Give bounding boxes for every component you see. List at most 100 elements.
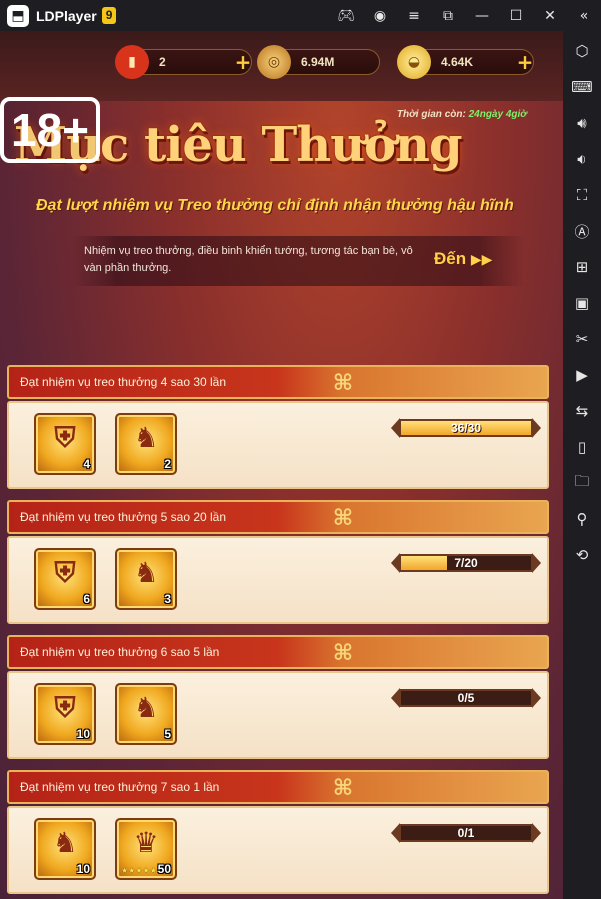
reward-count: 2 xyxy=(164,457,171,471)
task-card: Đạt nhiệm vụ treo thưởng 4 sao 30 lần ⌘ … xyxy=(7,365,549,489)
version-badge: 9 xyxy=(101,7,117,24)
go-label: Đến xyxy=(434,249,467,268)
progress-text: 36/30 xyxy=(450,421,482,435)
go-button[interactable]: Đến ▶▶ xyxy=(434,249,492,269)
reward-count: 3 xyxy=(164,592,171,606)
lion-statue-reward-icon: ♞ xyxy=(133,691,159,724)
reward-item[interactable]: ♞ 10 xyxy=(34,818,96,880)
reward-count: 10 xyxy=(76,862,90,876)
task-label: Đạt nhiệm vụ treo thưởng 6 sao 5 lần xyxy=(20,645,220,659)
lion-statue-reward-icon: ♞ xyxy=(133,421,159,454)
task-body: ♞ 10 ♛ ★★★★★ 50 0/1 xyxy=(7,806,549,894)
progress-bar: 0/1 xyxy=(391,822,541,844)
ingot-count: 4.64K xyxy=(441,55,474,69)
task-label: Đạt nhiệm vụ treo thưởng 5 sao 20 lần xyxy=(20,510,227,524)
gold-ingot-icon: ◒ xyxy=(397,45,431,79)
folder-icon[interactable]: 🗀 xyxy=(563,465,601,501)
timer-value: 24ngày 4giờ xyxy=(468,109,527,120)
reward-item[interactable]: ♛ ★★★★★ 50 xyxy=(115,818,177,880)
task-header: Đạt nhiệm vụ treo thưởng 7 sao 1 lần ⌘ xyxy=(7,770,549,804)
app-name: LDPlayer xyxy=(36,7,97,24)
reward-count: 10 xyxy=(76,727,90,741)
keyboard-icon[interactable]: ⌨ xyxy=(563,69,601,105)
volume-down-icon[interactable]: 🔉︎ xyxy=(563,141,601,177)
reward-item[interactable]: ♞ 2 xyxy=(115,413,177,475)
coin-icon: ◎ xyxy=(257,45,291,79)
progress-bar: 36/30 xyxy=(391,417,541,439)
fullscreen-icon[interactable]: ⛶ xyxy=(563,177,601,213)
knot-ornament-icon: ⌘ xyxy=(332,506,354,531)
record-icon[interactable]: ▶ xyxy=(563,357,601,393)
maximize-icon[interactable]: ☐ xyxy=(499,0,533,31)
event-subtitle: Đạt lượt nhiệm vụ Treo thưởng chỉ định n… xyxy=(36,197,514,214)
task-body: ⛨ 10 ♞ 5 0/5 xyxy=(7,671,549,759)
minimize-icon[interactable]: — xyxy=(465,0,499,31)
task-header: Đạt nhiệm vụ treo thưởng 4 sao 30 lần ⌘ xyxy=(7,365,549,399)
rotate-icon[interactable]: ⟲ xyxy=(563,537,601,573)
settings-icon[interactable]: ⬡ xyxy=(563,33,601,69)
emulator-window: ⬒ LDPlayer 9 🎮︎ ◉ ≡ ⧉ — ☐ ✕ « ⬡ ⌨ 🔊︎ 🔉︎ … xyxy=(0,0,601,899)
add-ticket-button[interactable]: + xyxy=(233,52,253,72)
progress-bar: 7/20 xyxy=(391,552,541,574)
progress-bar: 0/5 xyxy=(391,687,541,709)
collapse-sidebar-icon[interactable]: « xyxy=(567,0,601,31)
reward-item[interactable]: ⛨ 10 xyxy=(34,683,96,745)
event-description: Nhiệm vụ treo thưởng, điều binh khiển tư… xyxy=(84,245,413,274)
hero-helmet-reward-icon: ♛ xyxy=(133,826,159,859)
reward-count: 50 xyxy=(157,862,171,876)
emulator-sidebar: ⬡ ⌨ 🔊︎ 🔉︎ ⛶ Ⓐ ⊞ ▣ ✂ ▶ ⇆ ▯ 🗀 ⚲ ⟲ xyxy=(563,31,601,899)
reward-item[interactable]: ♞ 5 xyxy=(115,683,177,745)
lion-statue-reward-icon: ♞ xyxy=(133,556,159,589)
multi-instance-icon[interactable]: ⊞ xyxy=(563,249,601,285)
shield-reward-icon: ⛨ xyxy=(54,691,76,724)
progress-text: 0/5 xyxy=(457,691,475,705)
task-card: Đạt nhiệm vụ treo thưởng 6 sao 5 lần ⌘ ⛨… xyxy=(7,635,549,759)
location-icon[interactable]: ⚲ xyxy=(563,501,601,537)
task-card: Đạt nhiệm vụ treo thưởng 7 sao 1 lần ⌘ ♞… xyxy=(7,770,549,894)
lion-statue-reward-icon: ♞ xyxy=(52,826,78,859)
knot-ornament-icon: ⌘ xyxy=(332,776,354,801)
task-header: Đạt nhiệm vụ treo thưởng 5 sao 20 lần ⌘ xyxy=(7,500,549,534)
close-icon[interactable]: ✕ xyxy=(533,0,567,31)
shield-reward-icon: ⛨ xyxy=(54,556,76,589)
shake-icon[interactable]: ▯ xyxy=(563,429,601,465)
double-arrow-icon: ▶▶ xyxy=(470,252,493,268)
auto-click-icon[interactable]: Ⓐ xyxy=(563,213,601,249)
volume-up-icon[interactable]: 🔊︎ xyxy=(563,105,601,141)
gamepad-icon[interactable]: 🎮︎ xyxy=(329,0,363,31)
reward-item[interactable]: ♞ 3 xyxy=(115,548,177,610)
game-screen: ▮ 2 + ◎ 6.94M ◒ 4.64K + Thời gian còn: 2… xyxy=(0,31,563,899)
ldplayer-logo-icon: ⬒ xyxy=(7,4,29,27)
task-card: Đạt nhiệm vụ treo thưởng 5 sao 20 lần ⌘ … xyxy=(7,500,549,624)
ingot-resource: ◒ 4.64K + xyxy=(397,45,535,79)
reward-count: 6 xyxy=(83,592,90,606)
task-body: ⛨ 6 ♞ 3 7/20 xyxy=(7,536,549,624)
ticket-count: 2 xyxy=(159,55,166,69)
sync-icon[interactable]: ⇆ xyxy=(563,393,601,429)
ticket-icon: ▮ xyxy=(115,45,149,79)
title-bar: ⬒ LDPlayer 9 🎮︎ ◉ ≡ ⧉ — ☐ ✕ « xyxy=(0,0,601,31)
ticket-resource: ▮ 2 + xyxy=(115,45,253,79)
account-icon[interactable]: ◉ xyxy=(363,0,397,31)
coin-resource: ◎ 6.94M xyxy=(257,45,380,79)
reward-item[interactable]: ⛨ 6 xyxy=(34,548,96,610)
coin-count: 6.94M xyxy=(301,55,335,69)
task-label: Đạt nhiệm vụ treo thưởng 4 sao 30 lần xyxy=(20,375,227,389)
apk-icon[interactable]: ▣ xyxy=(563,285,601,321)
reward-count: 5 xyxy=(164,727,171,741)
knot-ornament-icon: ⌘ xyxy=(332,641,354,666)
task-body: ⛨ 4 ♞ 2 36/30 xyxy=(7,401,549,489)
resource-bar: ▮ 2 + ◎ 6.94M ◒ 4.64K + xyxy=(0,31,563,101)
task-label: Đạt nhiệm vụ treo thưởng 7 sao 1 lần xyxy=(20,780,220,794)
screenshot-scissors-icon[interactable]: ✂ xyxy=(563,321,601,357)
restore-icon[interactable]: ⧉ xyxy=(431,0,465,31)
progress-text: 7/20 xyxy=(454,556,478,570)
shield-reward-icon: ⛨ xyxy=(54,421,76,454)
reward-count: 4 xyxy=(83,457,90,471)
add-ingot-button[interactable]: + xyxy=(515,52,535,72)
reward-item[interactable]: ⛨ 4 xyxy=(34,413,96,475)
menu-icon[interactable]: ≡ xyxy=(397,0,431,31)
age-rating-badge: 18+ xyxy=(0,97,100,163)
star-rating: ★★★★★ xyxy=(121,866,157,875)
window-controls: 🎮︎ ◉ ≡ ⧉ — ☐ ✕ « xyxy=(329,0,601,31)
